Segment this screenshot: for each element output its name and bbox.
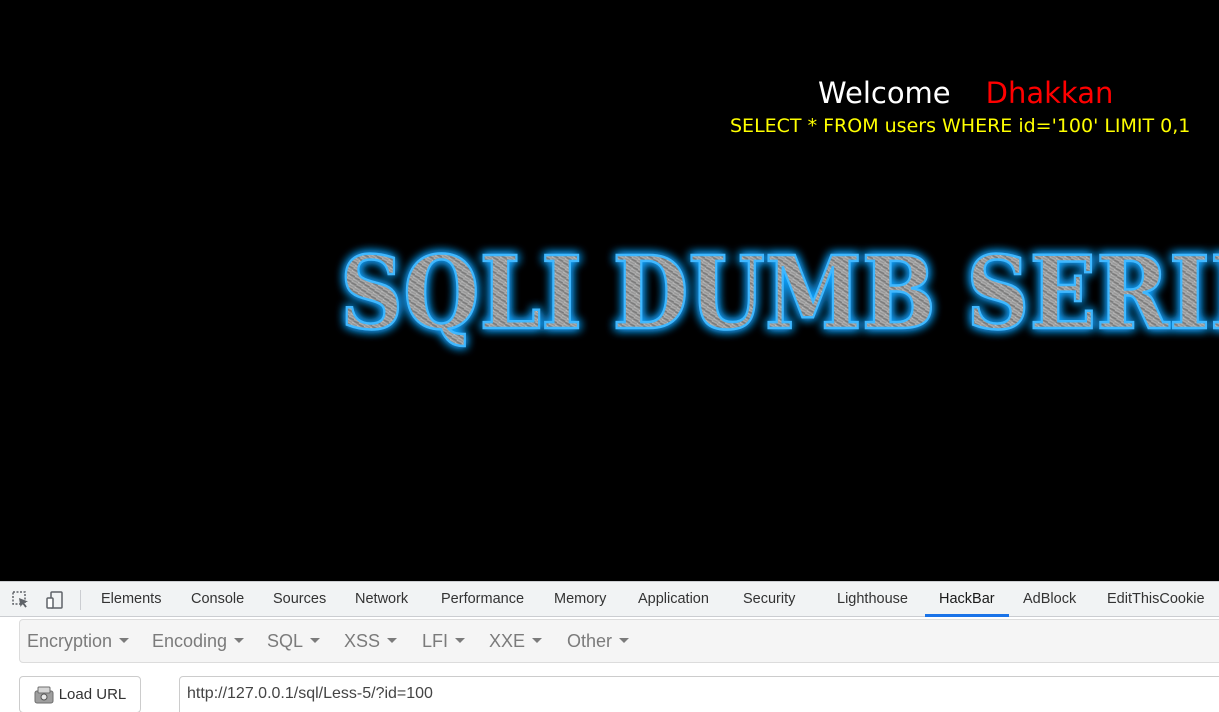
page-viewport: Welcome Dhakkan SELECT * FROM users WHERE… — [0, 0, 1219, 581]
menu-xss[interactable]: XSS — [344, 620, 398, 662]
menu-encryption[interactable]: Encryption — [27, 620, 130, 662]
caret-down-icon — [234, 637, 245, 643]
url-input[interactable]: http://127.0.0.1/sql/Less-5/?id=100 — [179, 676, 1219, 712]
menu-other-label: Other — [567, 631, 613, 651]
device-toolbar-icon[interactable] — [44, 589, 66, 611]
caret-down-icon — [119, 637, 130, 643]
tab-application[interactable]: Application — [638, 582, 709, 617]
tab-console[interactable]: Console — [191, 582, 244, 617]
tab-network[interactable]: Network — [355, 582, 408, 617]
menu-lfi[interactable]: LFI — [422, 620, 466, 662]
tab-sources[interactable]: Sources — [273, 582, 326, 617]
tab-elements[interactable]: Elements — [101, 582, 161, 617]
tab-performance[interactable]: Performance — [441, 582, 524, 617]
menu-xxe[interactable]: XXE — [489, 620, 543, 662]
tab-adblock[interactable]: AdBlock — [1023, 582, 1076, 617]
menu-sql[interactable]: SQL — [267, 620, 321, 662]
menu-sql-label: SQL — [267, 631, 304, 651]
caret-down-icon — [310, 637, 321, 643]
devtools-tabbar: Elements Console Sources Network Perform… — [0, 582, 1219, 617]
hackbar-menubar: Encryption Encoding SQL XSS LFI XXE Othe… — [19, 619, 1219, 663]
caret-down-icon — [532, 637, 543, 643]
caret-down-icon — [455, 637, 466, 643]
menu-encoding[interactable]: Encoding — [152, 620, 245, 662]
menu-other[interactable]: Other — [567, 620, 630, 662]
menu-encryption-label: Encryption — [27, 631, 113, 651]
tab-hackbar[interactable]: HackBar — [939, 582, 995, 617]
menu-xxe-label: XXE — [489, 631, 526, 651]
welcome-line: Welcome Dhakkan — [818, 75, 1113, 111]
load-url-icon — [34, 686, 54, 704]
welcome-text: Welcome — [818, 76, 951, 110]
tab-lighthouse[interactable]: Lighthouse — [837, 582, 908, 617]
inspect-element-icon[interactable] — [10, 589, 32, 611]
devtools-panel: Elements Console Sources Network Perform… — [0, 581, 1219, 712]
menu-encoding-label: Encoding — [152, 631, 228, 651]
load-url-button[interactable]: Load URL — [19, 676, 141, 712]
menu-xss-label: XSS — [344, 631, 381, 651]
active-tab-indicator — [925, 614, 1009, 617]
toolbar-divider — [80, 590, 81, 610]
tab-security[interactable]: Security — [743, 582, 795, 617]
banner-logo-image: SQLI DUMB SERIES — [339, 233, 1219, 354]
caret-down-icon — [619, 637, 630, 643]
caret-down-icon — [387, 637, 398, 643]
username-text: Dhakkan — [985, 76, 1114, 110]
tab-memory[interactable]: Memory — [554, 582, 606, 617]
menu-lfi-label: LFI — [422, 631, 449, 651]
tab-editthiscookie[interactable]: EditThisCookie — [1107, 582, 1205, 617]
sqli-dumb-series-banner: SQLI DUMB SERIES — [338, 233, 1219, 354]
banner-text: SQLI DUMB SERIES — [340, 234, 1219, 352]
sql-query-text: SELECT * FROM users WHERE id='100' LIMIT… — [730, 115, 1191, 137]
load-url-label: Load URL — [58, 686, 127, 703]
